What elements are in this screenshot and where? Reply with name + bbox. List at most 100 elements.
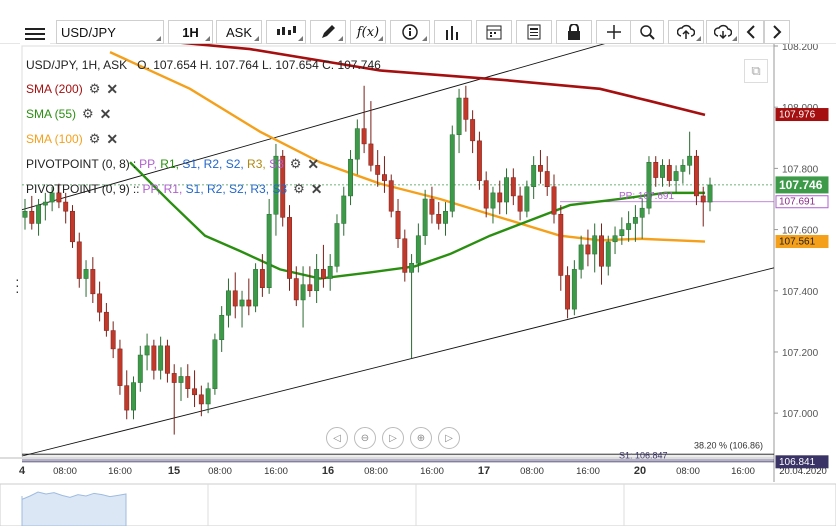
pencil-icon [322, 25, 335, 38]
open-value: 107.654 [153, 58, 197, 72]
candle-body [666, 165, 672, 181]
hamburger-icon [25, 28, 45, 40]
upload-icon [677, 24, 695, 39]
price-tag-label: 107.691 [779, 197, 816, 208]
gear-icon[interactable]: ⚙ [89, 81, 101, 97]
pivot-level-label: S1, [182, 157, 204, 171]
candle-body [110, 330, 116, 350]
close-icon[interactable]: ✕ [311, 181, 323, 198]
x-tick-label: 08:00 [676, 466, 700, 477]
candle-body [558, 214, 564, 276]
candle-body [226, 290, 231, 316]
candle-body [382, 174, 387, 181]
close-icon[interactable]: ✕ [106, 81, 118, 98]
chart-type-button[interactable] [266, 20, 306, 44]
y-tick-label: 107.400 [782, 287, 819, 298]
pivot2-label: PIVOTPOINT (0, 9) [26, 182, 130, 196]
x-tick-label: 15 [168, 465, 180, 477]
scroll-right-button[interactable] [764, 20, 790, 44]
news-button[interactable] [516, 20, 552, 44]
gear-icon[interactable]: ⚙ [89, 131, 101, 147]
lock-button[interactable] [556, 20, 592, 44]
chart-area[interactable]: 108.200108.000107.800107.600107.400107.2… [0, 44, 836, 526]
chart-app: USD/JPY 1H ASK f(x) 108.200 107.800 107.… [0, 0, 836, 526]
x-tick-label: 16:00 [420, 466, 444, 477]
candle-body [653, 162, 659, 178]
scroll-left-button[interactable] [738, 20, 764, 44]
crosshair-icon [607, 25, 621, 39]
crosshair-button[interactable] [596, 20, 632, 44]
close-icon[interactable]: ✕ [100, 106, 112, 123]
gear-icon[interactable]: ⚙ [293, 181, 305, 197]
info-button[interactable] [390, 20, 430, 44]
drag-handle-icon[interactable]: · · · [15, 272, 20, 298]
symbol-label: USD/JPY [61, 24, 116, 40]
x-tick-label: 20 [634, 465, 646, 477]
price-tag-label: 107.561 [779, 237, 816, 248]
zoom-in-icon: ⊕ [416, 432, 426, 444]
candle-body [605, 241, 611, 267]
legend-sma55: SMA (55) ⚙ ✕ [26, 105, 111, 123]
chevron-right-icon [773, 25, 782, 39]
zoom-in-button[interactable]: ⊕ [410, 427, 432, 449]
pivot2-separator: :: [132, 182, 140, 196]
pivot-level-label: PP, [142, 182, 164, 196]
zoom-icon [640, 25, 655, 40]
candle-body [124, 385, 130, 411]
close-icon[interactable]: ✕ [106, 131, 118, 148]
rewind-button[interactable]: ◁ [326, 427, 348, 449]
zoom-button[interactable] [630, 20, 664, 44]
candle-body [103, 311, 109, 331]
sma100-label: SMA (100) [26, 132, 83, 146]
x-tick-label: 16:00 [731, 466, 755, 477]
gear-icon[interactable]: ⚙ [290, 156, 302, 172]
candle-body [537, 165, 543, 172]
candle-body [266, 214, 272, 288]
bars-button[interactable] [434, 20, 472, 44]
price-side-selector[interactable]: ASK [216, 20, 262, 44]
y-tick-label: 107.000 [782, 409, 819, 420]
menu-button[interactable] [20, 22, 50, 46]
zoom-out-button[interactable]: ⊖ [354, 427, 376, 449]
timeframe-label: 1H [182, 24, 199, 40]
calendar-button[interactable] [476, 20, 512, 44]
candle-body [29, 210, 35, 224]
close-label: C. [322, 58, 335, 72]
gear-icon[interactable]: ⚙ [82, 106, 94, 122]
candle-body [388, 180, 394, 212]
pivot-level-label: R1, [160, 157, 183, 171]
price-tag-label: 107.976 [779, 110, 816, 121]
pivot-level-label: R3, [247, 157, 270, 171]
draw-button[interactable] [310, 20, 346, 44]
candle-body [456, 97, 462, 135]
candle-body [205, 388, 211, 405]
candle-body [212, 339, 218, 389]
x-tick-label: 4 [19, 465, 26, 477]
pivot-level-label: R3, [250, 182, 273, 196]
x-tick-label: 08:00 [520, 466, 544, 477]
candle-body [131, 382, 136, 411]
timeframe-selector[interactable]: 1H [168, 20, 213, 44]
close-value: 107.746 [337, 58, 381, 72]
price-chart[interactable]: 108.200108.000107.800107.600107.400107.2… [0, 44, 836, 526]
x-tick-label: 08:00 [53, 466, 77, 477]
indicators-button[interactable]: f(x) [350, 20, 386, 44]
sma200-label: SMA (200) [26, 82, 83, 96]
candle-body [334, 223, 340, 267]
candle-body [307, 284, 313, 292]
overview-series [21, 491, 127, 526]
candle-body [144, 345, 150, 356]
popout-button[interactable]: ⧉ [744, 59, 768, 83]
x-tick-label: 08:00 [364, 466, 388, 477]
upload-button[interactable] [668, 20, 704, 44]
download-button[interactable] [706, 20, 740, 44]
reset-button[interactable]: ▷ [382, 427, 404, 449]
close-icon[interactable]: ✕ [307, 156, 319, 173]
forward-button[interactable]: ▷ [438, 427, 460, 449]
x-tick-label: 08:00 [208, 466, 232, 477]
candle-body [185, 376, 191, 389]
candle-body [599, 235, 604, 267]
low-value: 107.654 [275, 58, 319, 72]
bars-icon [446, 26, 458, 40]
symbol-selector[interactable]: USD/JPY [56, 20, 164, 44]
